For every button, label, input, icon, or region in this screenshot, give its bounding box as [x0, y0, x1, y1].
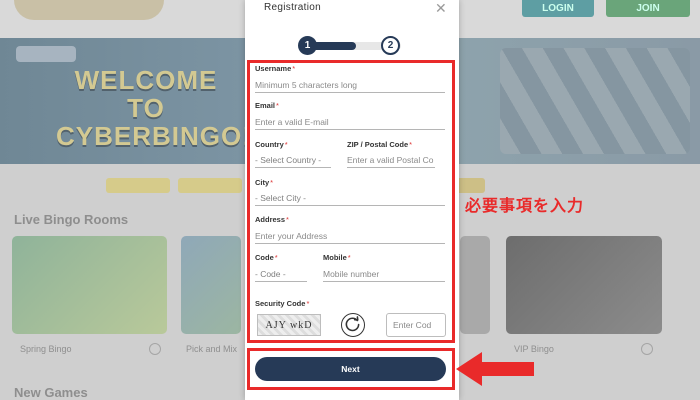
banner-text: WELCOME TO CYBERBINGO! — [56, 65, 252, 151]
filter-chip — [178, 178, 242, 193]
heart-icon — [149, 343, 161, 355]
close-icon[interactable]: ✕ — [435, 0, 447, 17]
annotation-note: 必要事項を入力 — [465, 198, 585, 215]
new-games-title: New Games — [14, 385, 88, 400]
arrow-left-icon — [456, 352, 534, 386]
filter-chip — [455, 178, 485, 193]
banner-bingo-cards — [500, 48, 690, 154]
step-1-indicator: 1 — [298, 36, 317, 55]
room-label: Pick and Mix — [186, 344, 238, 354]
room-label: Spring Bingo — [20, 344, 72, 354]
room-card-pick-mix — [181, 236, 241, 334]
banner-logo — [16, 46, 76, 62]
site-logo — [14, 0, 164, 20]
live-rooms-title: Live Bingo Rooms — [14, 212, 129, 227]
filter-chip — [106, 178, 170, 193]
room-card-spring — [12, 236, 167, 334]
room-card-partial — [460, 236, 490, 334]
heart-icon — [641, 343, 653, 355]
step-2-indicator: 2 — [381, 36, 400, 55]
login-button: LOGIN — [522, 0, 594, 17]
join-button: JOIN — [606, 0, 690, 17]
room-card-vip — [506, 236, 662, 334]
next-highlight-box — [247, 348, 455, 390]
form-highlight-box — [247, 60, 455, 343]
modal-title: Registration — [264, 2, 321, 13]
